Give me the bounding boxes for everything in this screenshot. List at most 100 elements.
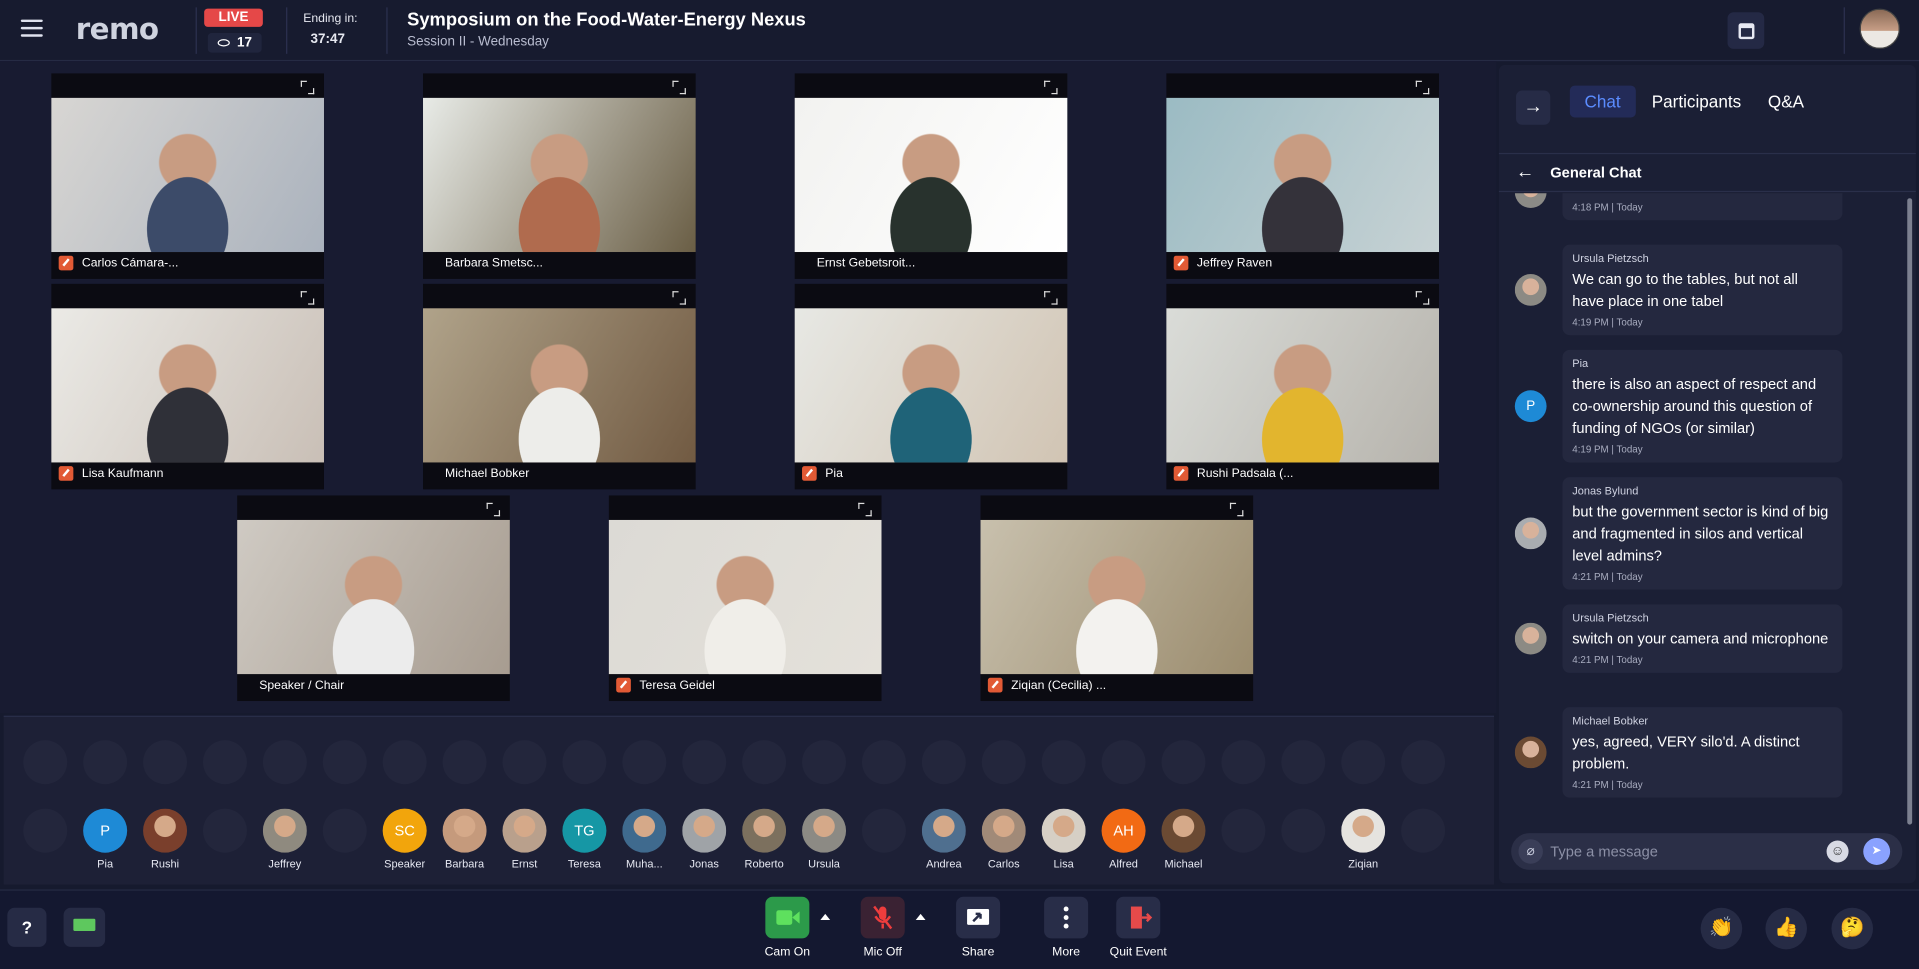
empty-seat[interactable] (861, 808, 906, 853)
collapse-arrow-icon[interactable]: → (1516, 90, 1551, 125)
message-avatar[interactable]: P (1514, 390, 1547, 423)
message-avatar[interactable] (1514, 622, 1547, 655)
participant-avatar[interactable]: TG (562, 808, 607, 853)
participant-avatar[interactable] (742, 808, 787, 853)
participant-avatar[interactable] (143, 808, 188, 853)
empty-seat[interactable] (23, 740, 68, 785)
empty-seat[interactable] (802, 740, 847, 785)
empty-seat[interactable] (83, 740, 128, 785)
quit-event-button[interactable]: Quit Event (1099, 896, 1177, 959)
empty-seat[interactable] (1401, 808, 1446, 853)
tab-chat[interactable]: Chat (1569, 85, 1636, 118)
message-input[interactable] (1550, 840, 1820, 863)
cam-options-caret[interactable] (820, 913, 831, 920)
participant-avatar[interactable]: SC (382, 808, 427, 853)
expand-icon[interactable] (300, 291, 315, 305)
expand-icon[interactable] (1044, 291, 1058, 305)
expand-icon[interactable] (672, 80, 686, 95)
clap-reaction-button[interactable]: 👏 (1700, 907, 1743, 950)
participant-avatar[interactable] (502, 808, 547, 853)
empty-seat[interactable] (202, 740, 247, 785)
expand-icon[interactable] (1229, 502, 1244, 517)
participant-avatar[interactable] (802, 808, 847, 853)
empty-seat[interactable] (322, 808, 367, 853)
video-tile[interactable]: Rushi Padsala (... (1166, 283, 1440, 490)
empty-seat[interactable] (1161, 740, 1206, 785)
cam-button[interactable]: Cam On (748, 896, 826, 959)
empty-seat[interactable] (921, 740, 966, 785)
user-avatar[interactable] (1859, 8, 1900, 49)
expand-icon[interactable] (1415, 80, 1430, 95)
participant-avatar[interactable] (262, 808, 307, 853)
emoji-icon[interactable]: ☺ (1826, 840, 1849, 863)
expand-icon[interactable] (1044, 80, 1058, 95)
participant-avatar[interactable] (921, 808, 966, 853)
empty-seat[interactable] (562, 740, 607, 785)
message-avatar[interactable] (1514, 517, 1547, 550)
empty-seat[interactable] (1101, 740, 1146, 785)
empty-seat[interactable] (442, 740, 487, 785)
empty-seat[interactable] (502, 740, 547, 785)
empty-seat[interactable] (322, 740, 367, 785)
menu-icon[interactable] (20, 19, 43, 37)
empty-seat[interactable] (202, 808, 247, 853)
participant-avatar[interactable] (981, 808, 1026, 853)
chat-scrollbar[interactable] (1906, 193, 1913, 825)
calendar-button[interactable] (1727, 12, 1765, 49)
message-avatar[interactable] (1514, 736, 1547, 769)
empty-seat[interactable] (1041, 740, 1086, 785)
video-tile[interactable]: Teresa Geidel (608, 495, 882, 702)
empty-seat[interactable] (1341, 740, 1386, 785)
expand-icon[interactable] (858, 502, 872, 517)
participant-avatar[interactable]: P (83, 808, 128, 853)
empty-seat[interactable] (1281, 808, 1326, 853)
tab-participants[interactable]: Participants (1652, 92, 1741, 112)
empty-seat[interactable] (861, 740, 906, 785)
video-tile[interactable]: Carlos Cámara-... (51, 73, 324, 279)
expand-icon[interactable] (1415, 291, 1430, 305)
empty-seat[interactable] (682, 740, 727, 785)
share-button[interactable]: Share (939, 896, 1017, 959)
participant-avatar[interactable] (1161, 808, 1206, 853)
participant-avatar[interactable] (1041, 808, 1086, 853)
attach-icon[interactable]: ⌀ (1518, 839, 1543, 864)
video-tile[interactable]: Pia (794, 283, 1068, 490)
video-tile[interactable]: Ziqian (Cecilia) ... (980, 495, 1254, 702)
expand-icon[interactable] (486, 502, 501, 517)
back-arrow-icon[interactable]: ← (1516, 154, 1534, 191)
help-icon[interactable]: ? (7, 907, 47, 947)
video-tile[interactable]: Michael Bobker (423, 283, 696, 490)
video-tile[interactable]: Barbara Smetsc... (423, 73, 696, 279)
video-tile[interactable]: Jeffrey Raven (1166, 73, 1440, 279)
empty-seat[interactable] (1281, 740, 1326, 785)
mic-options-caret[interactable] (915, 913, 926, 920)
thinking-reaction-button[interactable]: 🤔 (1831, 907, 1874, 950)
participant-avatar[interactable] (622, 808, 667, 853)
video-tile[interactable]: Speaker / Chair (237, 495, 510, 702)
more-button[interactable]: More (1027, 896, 1105, 959)
video-tile[interactable]: Ernst Gebetsroit... (794, 73, 1068, 279)
empty-seat[interactable] (981, 740, 1026, 785)
mic-button[interactable]: Mic Off (844, 896, 922, 959)
presentation-icon[interactable] (63, 907, 106, 947)
message-avatar[interactable] (1514, 193, 1547, 208)
empty-seat[interactable] (262, 740, 307, 785)
expand-icon[interactable] (300, 80, 315, 95)
empty-seat[interactable] (143, 740, 188, 785)
empty-seat[interactable] (1221, 740, 1266, 785)
participant-avatar[interactable] (1341, 808, 1386, 853)
participant-avatar[interactable] (682, 808, 727, 853)
empty-seat[interactable] (23, 808, 68, 853)
empty-seat[interactable] (742, 740, 787, 785)
message-avatar[interactable] (1514, 274, 1547, 306)
thumbs-up-reaction-button[interactable]: 👍 (1765, 907, 1808, 950)
participant-avatar[interactable]: AH (1101, 808, 1146, 853)
empty-seat[interactable] (1401, 740, 1446, 785)
tab-qa[interactable]: Q&A (1768, 92, 1804, 112)
empty-seat[interactable] (382, 740, 427, 785)
send-icon[interactable]: ➤ (1863, 838, 1891, 865)
empty-seat[interactable] (1221, 808, 1266, 853)
participant-avatar[interactable] (442, 808, 487, 853)
expand-icon[interactable] (672, 291, 686, 305)
video-tile[interactable]: Lisa Kaufmann (51, 283, 324, 490)
